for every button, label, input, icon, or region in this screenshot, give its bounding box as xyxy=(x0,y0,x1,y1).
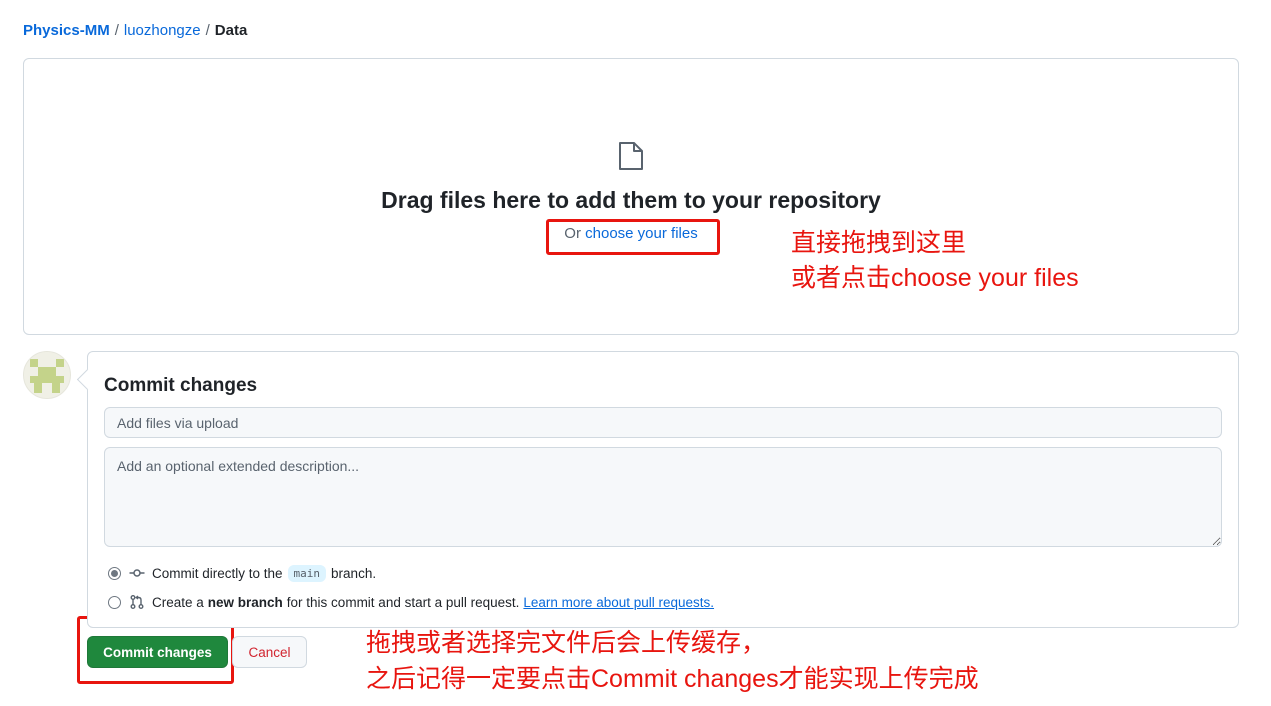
file-icon xyxy=(619,142,643,170)
new-branch-prefix: Create a xyxy=(152,594,204,610)
breadcrumb: Physics-MM / luozhongze / Data xyxy=(23,21,247,41)
commit-summary-input[interactable] xyxy=(104,407,1222,438)
annotation-text: 或者点击choose your files xyxy=(791,264,1079,292)
commit-direct-suffix: branch. xyxy=(331,565,377,581)
commit-description-textarea[interactable] xyxy=(104,447,1222,547)
breadcrumb-current-folder: Data xyxy=(214,22,248,39)
new-branch-option[interactable]: Create a new branch for this commit and … xyxy=(108,592,714,612)
cancel-button[interactable]: Cancel xyxy=(232,636,307,668)
new-branch-bold: new branch xyxy=(207,594,283,610)
breadcrumb-repo-link[interactable]: luozhongze xyxy=(124,22,201,39)
new-branch-radio[interactable] xyxy=(108,595,121,609)
annotation-text: 直接拖拽到这里 xyxy=(791,229,967,257)
annotation-text: 之后记得一定要点击Commit changes才能实现上传完成 xyxy=(366,665,979,693)
commit-direct-prefix: Commit directly to the xyxy=(152,565,283,581)
new-branch-suffix: for this commit and start a pull request… xyxy=(286,594,520,610)
avatar[interactable] xyxy=(23,351,71,399)
commit-panel-title: Commit changes xyxy=(104,375,258,396)
drop-zone-title: Drag files here to add them to your repo… xyxy=(381,187,881,213)
branch-name-badge: main xyxy=(287,564,327,582)
annotation-text: 拖拽或者选择完文件后会上传缓存， xyxy=(366,629,767,657)
breadcrumb-owner-link[interactable]: Physics-MM xyxy=(23,22,110,39)
git-commit-icon xyxy=(129,569,145,577)
learn-more-pull-requests-link[interactable]: Learn more about pull requests. xyxy=(523,595,714,610)
commit-panel: Commit changes Commit directly to the ma… xyxy=(87,351,1239,628)
git-pull-request-icon xyxy=(130,595,144,609)
annotation-highlight-choose-files xyxy=(546,219,720,255)
breadcrumb-separator: / xyxy=(205,22,210,39)
commit-direct-option[interactable]: Commit directly to the main branch. xyxy=(108,563,376,583)
commit-direct-radio[interactable] xyxy=(108,566,121,580)
commit-changes-button[interactable]: Commit changes xyxy=(87,636,228,668)
breadcrumb-separator: / xyxy=(114,22,119,39)
